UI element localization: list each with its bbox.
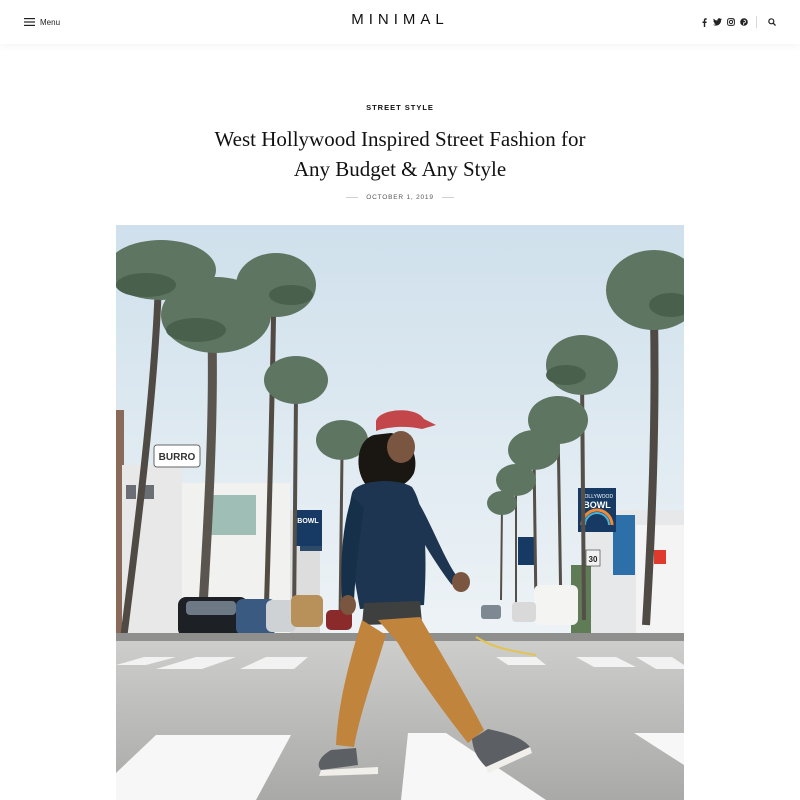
date-rule-left [346, 197, 359, 198]
twitter-icon[interactable] [711, 14, 724, 30]
search-icon[interactable] [765, 14, 778, 30]
instagram-icon[interactable] [724, 14, 737, 30]
header-divider [756, 16, 757, 28]
facebook-icon[interactable] [698, 14, 711, 30]
date-rule-right [441, 197, 454, 198]
burro-sign-text: BURRO [159, 452, 196, 463]
post-title: West Hollywood Inspired Street Fashion f… [150, 124, 650, 184]
post-meta: OCTOBER 1, 2019 [0, 194, 800, 201]
post-category[interactable]: STREET STYLE [0, 103, 800, 112]
speed-sign-text: 30 [589, 555, 598, 564]
street-photo: BURRO HOLLYWOOD BOWL BOWL 30 [116, 225, 684, 800]
left-bowl-sign-text: BOWL [297, 518, 319, 525]
hollywood-sign-text-2: BOWL [583, 500, 611, 510]
site-header: Menu MINIMAL [0, 0, 800, 44]
post-title-line-1: West Hollywood Inspired Street Fashion f… [214, 127, 586, 151]
post-title-line-2: Any Budget & Any Style [293, 157, 507, 181]
site-logo[interactable]: MINIMAL [0, 11, 800, 28]
featured-image[interactable]: BURRO HOLLYWOOD BOWL BOWL 30 [116, 225, 684, 800]
post-date: OCTOBER 1, 2019 [366, 194, 434, 201]
social-links [698, 14, 778, 30]
burro-sign: BURRO [153, 444, 201, 468]
pinterest-icon[interactable] [737, 14, 750, 30]
